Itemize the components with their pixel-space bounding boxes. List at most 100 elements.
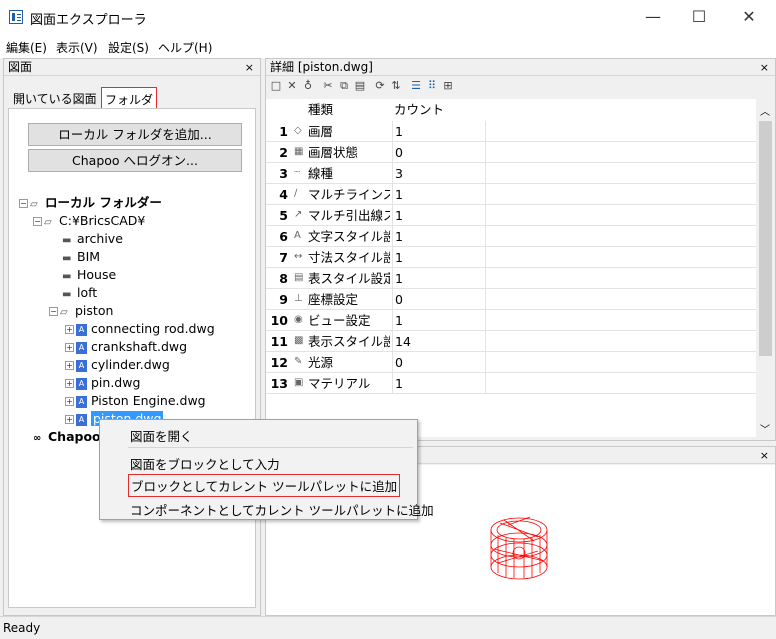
expand-icon[interactable]: +: [65, 379, 74, 388]
row-number: 1: [279, 124, 288, 139]
expand-icon[interactable]: +: [65, 325, 74, 334]
expand-icon[interactable]: +: [65, 415, 74, 424]
scroll-down-icon[interactable]: ﹀: [760, 421, 770, 436]
tree-view-icon[interactable]: ⊞: [442, 80, 454, 92]
ucs-icon: ⊥: [294, 293, 303, 304]
copy-icon[interactable]: ⧉: [338, 80, 350, 92]
tree-folder-house[interactable]: ▬ House: [62, 266, 116, 284]
dwg-file-icon: A: [76, 359, 87, 372]
row-count: 1: [392, 373, 486, 394]
column-header-count[interactable]: カウント: [394, 99, 445, 121]
table-row[interactable]: 9 ⊥ 座標設定 0: [266, 289, 756, 310]
list-view-icon[interactable]: ☰: [410, 80, 422, 92]
chapoo-icon: ∞: [33, 433, 42, 444]
light-icon: ✎: [294, 356, 303, 367]
row-number: 2: [279, 145, 288, 160]
tree-folder-archive[interactable]: ▬ archive: [62, 230, 123, 248]
row-type: マテリアル: [308, 376, 371, 391]
table-row[interactable]: 8 ▤ 表スタイル設定 1: [266, 268, 756, 289]
tree-file-cylinder[interactable]: + Acylinder.dwg: [65, 356, 170, 374]
details-scrollbar[interactable]: ︿ ﹀: [757, 99, 774, 437]
column-header-type[interactable]: 種類: [308, 99, 334, 121]
close-button[interactable]: ✕: [726, 0, 772, 33]
menu-bar: 編集(E) 表示(V) 設定(S) ヘルプ(H): [0, 34, 776, 58]
row-number: 12: [270, 355, 288, 370]
add-local-folder-button[interactable]: ローカル フォルダを追加...: [28, 123, 242, 146]
expand-icon[interactable]: +: [65, 343, 74, 352]
chapoo-logon-button[interactable]: Chapoo へログオン...: [28, 149, 242, 172]
dwg-file-icon: A: [76, 377, 87, 390]
scroll-thumb[interactable]: [759, 121, 772, 356]
table-row[interactable]: 11 ▩ 表示スタイル設 14: [266, 331, 756, 352]
folder-open-icon: ▱: [44, 217, 52, 228]
expand-icon[interactable]: +: [65, 361, 74, 370]
row-type: 表示スタイル設: [308, 334, 390, 349]
table-row[interactable]: 7 ↔ 寸法スタイル設 1: [266, 247, 756, 268]
tree-file-crankshaft[interactable]: + Acrankshaft.dwg: [65, 338, 187, 356]
dwg-file-icon: A: [76, 323, 87, 336]
table-row[interactable]: 1 ◇ 画層 1: [266, 121, 756, 142]
cut-icon[interactable]: ✂: [322, 80, 334, 92]
expand-icon[interactable]: +: [65, 397, 74, 406]
menu-settings[interactable]: 設定(S): [108, 39, 149, 56]
menu-add-block-to-tool-palette[interactable]: ブロックとしてカレント ツールパレットに追加: [128, 474, 401, 497]
purge-icon[interactable]: ♁: [302, 80, 314, 92]
dwg-file-icon: A: [76, 395, 87, 408]
menu-open-drawing[interactable]: 図面を開く: [130, 426, 193, 445]
menu-add-component-to-tool-palette[interactable]: コンポーネントとしてカレント ツールパレットに追加: [130, 500, 434, 519]
menu-insert-as-block[interactable]: 図面をブロックとして入力: [130, 454, 280, 473]
menu-separator: [128, 447, 413, 448]
maximize-button[interactable]: ☐: [676, 0, 722, 33]
tree-local-folders[interactable]: − ▱ ローカル フォルダー: [19, 194, 162, 212]
table-row[interactable]: 10 ◉ ビュー設定 1: [266, 310, 756, 331]
tree-folder-loft[interactable]: ▬ loft: [62, 284, 97, 302]
close-icon[interactable]: ×: [760, 59, 769, 76]
drawings-panel: 図面 × 開いている図面 フォルダ ローカル フォルダを追加... Chapoo…: [3, 58, 261, 616]
collapse-icon[interactable]: −: [19, 199, 28, 208]
delete-icon[interactable]: ✕: [286, 80, 298, 92]
row-number: 9: [279, 292, 288, 307]
row-type: 画層: [308, 124, 334, 139]
details-panel: 詳細 [piston.dwg] × □ ✕ ♁ ✂ ⧉ ▤ ⟳ ⇅ ☰ ⠿ ⊞ …: [265, 58, 776, 441]
table-row[interactable]: 6 A 文字スタイル設 1: [266, 226, 756, 247]
table-row[interactable]: 5 ↗ マルチ引出線ス 1: [266, 205, 756, 226]
tree-folder-bim[interactable]: ▬ BIM: [62, 248, 100, 266]
collapse-icon[interactable]: −: [49, 307, 58, 316]
table-row[interactable]: 2 ▦ 画層状態 0: [266, 142, 756, 163]
collapse-icon[interactable]: −: [33, 217, 42, 226]
paste-icon[interactable]: ▤: [354, 80, 366, 92]
regen-icon[interactable]: ⟳: [374, 80, 386, 92]
menu-help[interactable]: ヘルプ(H): [158, 39, 212, 56]
tab-folders[interactable]: フォルダ: [101, 87, 158, 109]
table-row[interactable]: 3 ┈ 線種 3: [266, 163, 756, 184]
tab-open-drawings[interactable]: 開いている図面: [10, 87, 100, 109]
tree-chapoo[interactable]: ∞ Chapoo: [33, 428, 101, 446]
close-icon[interactable]: ×: [245, 59, 254, 76]
textstyle-icon: A: [294, 230, 301, 241]
table-row[interactable]: 12 ✎ 光源 0: [266, 352, 756, 373]
row-type: 画層状態: [308, 145, 359, 160]
row-count: 3: [392, 163, 486, 184]
row-count: 0: [392, 352, 486, 373]
menu-edit[interactable]: 編集(E): [6, 39, 47, 56]
menu-view[interactable]: 表示(V): [56, 39, 98, 56]
table-row[interactable]: 4 ∕ マルチラインスタ1: [266, 184, 756, 205]
new-icon[interactable]: □: [270, 80, 282, 92]
sync-icon[interactable]: ⇅: [390, 80, 402, 92]
icon-view-icon[interactable]: ⠿: [426, 80, 438, 92]
row-count: 14: [392, 331, 486, 352]
row-number: 10: [270, 313, 288, 328]
minimize-button[interactable]: —: [630, 0, 676, 33]
tree-bricscad-folder[interactable]: − ▱ C:¥BricsCAD¥: [33, 212, 145, 230]
row-count: 1: [392, 121, 486, 142]
table-row[interactable]: 13 ▣ マテリアル 1: [266, 373, 756, 394]
window-title: 図面エクスプローラ: [30, 13, 147, 28]
tree-file-piston-engine[interactable]: + A Piston Engine.dwg: [65, 392, 206, 410]
layer-state-icon: ▦: [294, 146, 304, 157]
scroll-up-icon[interactable]: ︿: [760, 103, 770, 118]
close-icon[interactable]: ×: [760, 447, 769, 464]
tree-file-connecting-rod[interactable]: + Aconnecting rod.dwg: [65, 320, 215, 338]
tree-file-pin[interactable]: + Apin.dwg: [65, 374, 140, 392]
tree-folder-piston[interactable]: − ▱ piston: [49, 302, 113, 320]
row-count: 1: [392, 268, 486, 289]
